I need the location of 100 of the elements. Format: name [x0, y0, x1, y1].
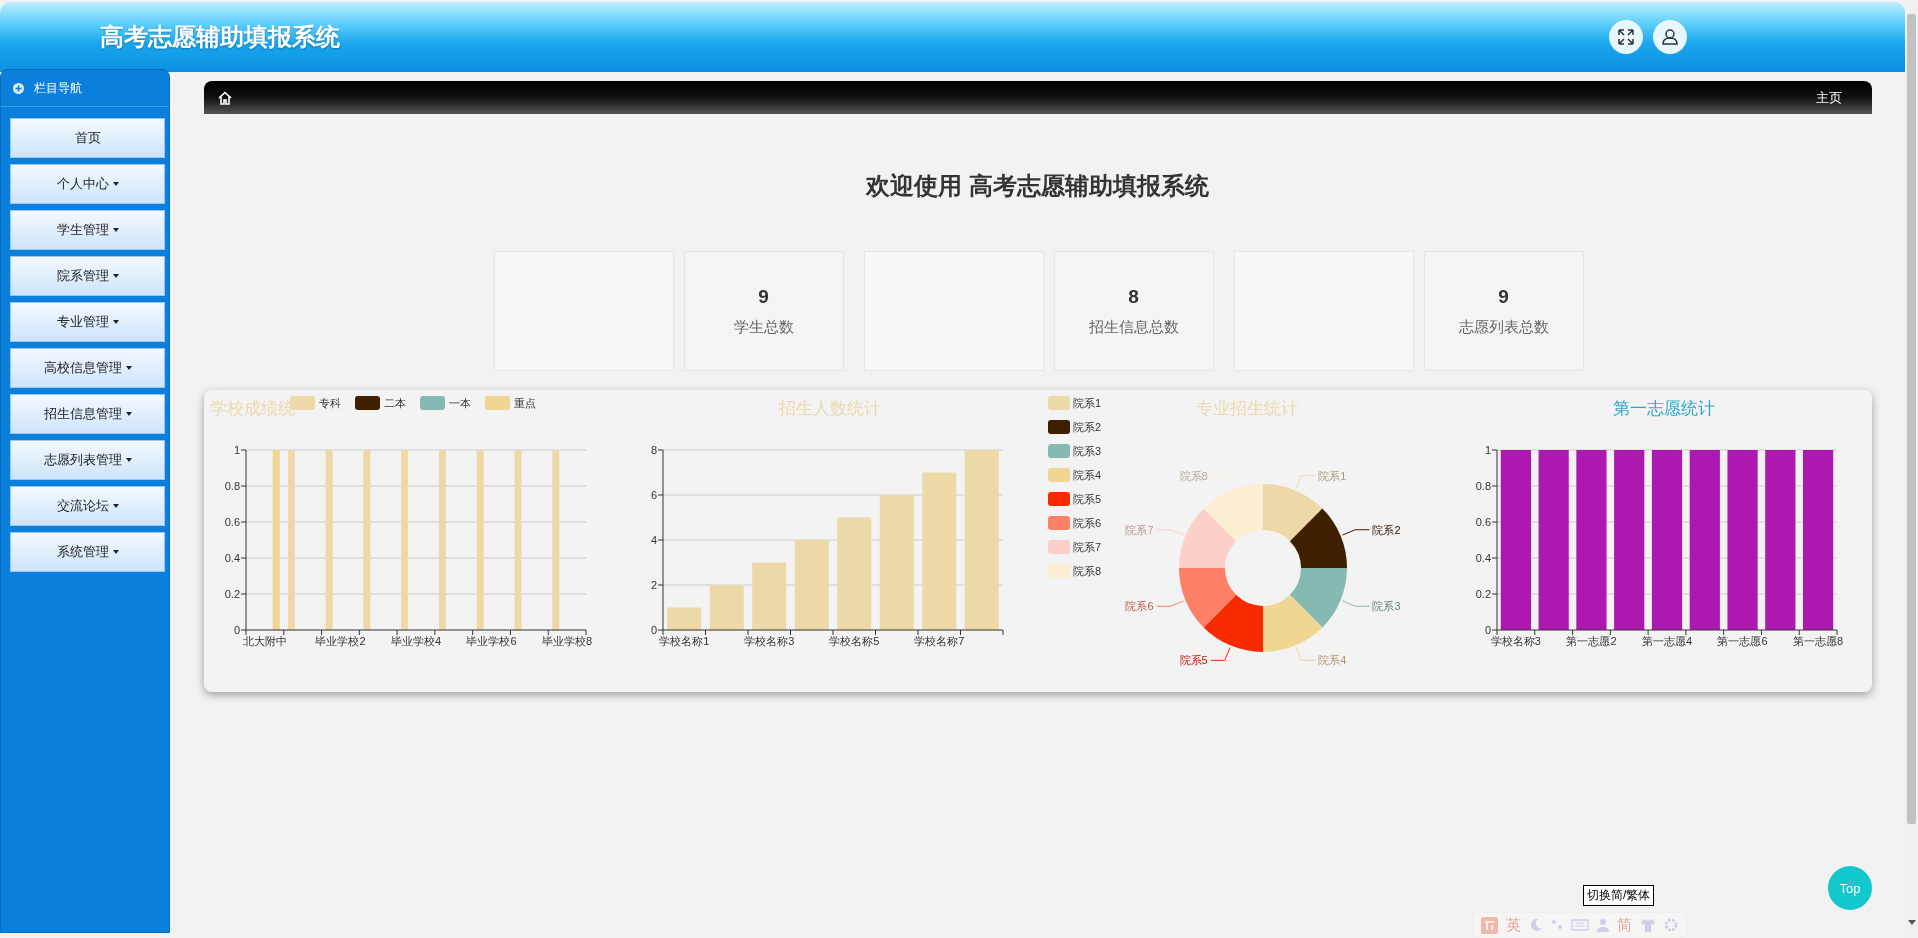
legend-label[interactable]: 二本: [384, 397, 406, 409]
legend-swatch[interactable]: [485, 396, 510, 410]
legend-label[interactable]: 院系5: [1073, 493, 1102, 505]
plus-circle-icon: [13, 82, 24, 94]
caret-icon: [125, 366, 132, 370]
legend-label[interactable]: 院系1: [1073, 397, 1102, 409]
slice-label: 院系3: [1372, 600, 1401, 613]
menu-item[interactable]: 高校信息管理: [10, 348, 165, 388]
slice-label: 院系8: [1179, 469, 1208, 482]
fullscreen-icon[interactable]: [1609, 20, 1643, 54]
axis-tick-label: 2: [650, 579, 657, 591]
leader-line: [1341, 600, 1370, 607]
donut-slice: [1289, 568, 1347, 628]
caret-icon: [112, 320, 119, 324]
menu-item[interactable]: 志愿列表管理: [10, 440, 165, 480]
bar: [667, 607, 702, 630]
person-icon[interactable]: [1597, 918, 1609, 932]
menu-item[interactable]: 招生信息管理: [10, 394, 165, 434]
chart-title: 第一志愿统计: [1612, 399, 1715, 418]
axis-tick-label: 0.2: [1475, 588, 1491, 600]
axis-tick-label: 0.6: [224, 516, 240, 528]
axis-tick-label: 8: [650, 444, 657, 456]
menu-item[interactable]: 专业管理: [10, 302, 165, 342]
donut-slice: [1203, 594, 1263, 652]
axis-category-label: 第一志愿2: [1566, 635, 1617, 647]
caret-icon: [112, 550, 119, 554]
logo-icon[interactable]: [1481, 916, 1498, 934]
language-toggle-button[interactable]: 切换简/繁体: [1583, 885, 1655, 906]
axis-tick-label: 0.4: [1475, 552, 1491, 564]
axis-category-label: 学校名称1: [659, 635, 710, 647]
user-icon[interactable]: [1653, 20, 1687, 54]
settings-icon[interactable]: [1664, 918, 1678, 932]
donut-slice: [1179, 568, 1237, 628]
legend-swatch[interactable]: [420, 396, 445, 410]
menu-item[interactable]: 交流论坛: [10, 486, 165, 526]
donut-slice: [1263, 594, 1323, 652]
axis-tick-label: 0: [650, 624, 657, 636]
stat-label: 学生总数: [733, 317, 794, 337]
scrollbar-thumb[interactable]: [1907, 14, 1916, 824]
legend-swatch[interactable]: [1048, 540, 1070, 554]
chart-title: 专业招生统计: [1195, 399, 1298, 418]
menu-item[interactable]: 个人中心: [10, 164, 165, 204]
axis-category-label: 第一志愿6: [1717, 635, 1768, 647]
home-icon[interactable]: [218, 90, 232, 105]
donut-slice: [1289, 508, 1347, 568]
legend-label[interactable]: 专科: [319, 397, 341, 409]
punctuation-icon[interactable]: [1551, 918, 1563, 932]
leader-line: [1210, 646, 1231, 661]
scroll-down-icon[interactable]: [1907, 920, 1916, 925]
legend-label[interactable]: 院系8: [1073, 565, 1102, 577]
leader-line: [1210, 475, 1231, 490]
slice-label: 院系2: [1372, 523, 1401, 536]
legend-swatch[interactable]: [1048, 444, 1070, 458]
axis-tick-label: 0.6: [1475, 516, 1491, 528]
keyboard-icon[interactable]: [1571, 918, 1589, 932]
axis-tick-label: 1: [1484, 444, 1491, 456]
caret-icon: [112, 504, 119, 508]
legend-label[interactable]: 院系2: [1073, 421, 1102, 433]
leader-line: [1295, 646, 1316, 661]
bar: [752, 562, 787, 630]
menu-item[interactable]: 系统管理: [10, 532, 165, 572]
caret-icon: [125, 458, 132, 462]
leader-line: [1295, 475, 1316, 490]
donut-slice: [1263, 484, 1323, 542]
legend-label[interactable]: 院系3: [1073, 445, 1102, 457]
legend-swatch[interactable]: [355, 396, 380, 410]
menu-item[interactable]: 院系管理: [10, 256, 165, 296]
legend-swatch[interactable]: [1048, 420, 1070, 434]
slice-label: 院系1: [1318, 469, 1347, 482]
axis-category-label: 学校名称5: [829, 635, 880, 647]
axis-tick-label: 0.4: [224, 552, 240, 564]
legend-swatch[interactable]: [1048, 492, 1070, 506]
legend-label[interactable]: 重点: [514, 397, 536, 409]
caret-icon: [112, 274, 119, 278]
axis-tick-label: 0.2: [224, 588, 240, 600]
legend-swatch[interactable]: [1048, 564, 1070, 578]
leader-line: [1341, 529, 1370, 536]
moon-icon[interactable]: [1529, 918, 1543, 932]
legend-label[interactable]: 院系4: [1073, 469, 1102, 481]
stat-value: 8: [1128, 285, 1139, 308]
stat-label: 招生信息总数: [1088, 317, 1179, 337]
legend-swatch[interactable]: [1048, 396, 1070, 410]
axis-category-label: 第一志愿4: [1641, 635, 1693, 647]
axis-category-label: 第一志愿8: [1793, 635, 1844, 647]
menu-item[interactable]: 学生管理: [10, 210, 165, 250]
legend-swatch[interactable]: [1048, 516, 1070, 530]
axis-category-label: 毕业学校8: [542, 635, 593, 647]
shirt-icon[interactable]: [1640, 918, 1656, 932]
leader-line: [1156, 600, 1185, 607]
axis-category-label: 毕业学校4: [390, 635, 442, 647]
legend-label[interactable]: 院系6: [1073, 517, 1102, 529]
donut-slice: [1179, 508, 1237, 568]
nav-link[interactable]: 首页: [10, 118, 165, 158]
legend-label[interactable]: 一本: [449, 397, 471, 409]
slice-label: 院系7: [1125, 523, 1154, 536]
breadcrumb-link[interactable]: 主页: [1816, 88, 1842, 107]
caret-icon: [112, 182, 119, 186]
legend-label[interactable]: 院系7: [1073, 541, 1102, 553]
axis-tick-label: 0: [1484, 624, 1491, 636]
legend-swatch[interactable]: [1048, 468, 1070, 482]
